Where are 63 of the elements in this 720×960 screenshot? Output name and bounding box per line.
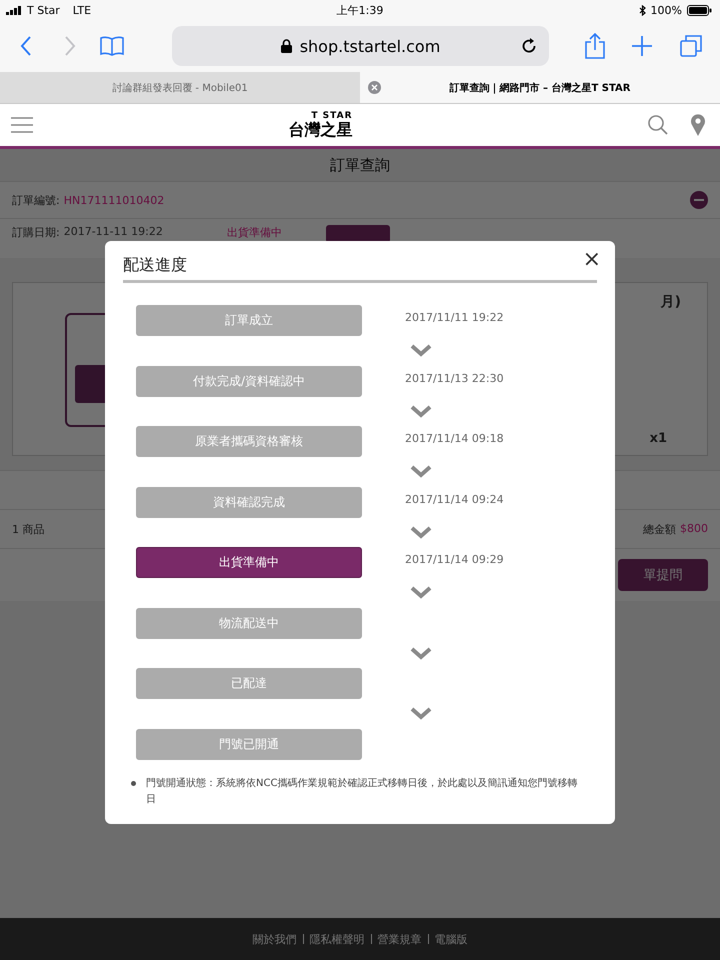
chevron-down-icon bbox=[410, 646, 432, 660]
step-label: 門號已開通 bbox=[136, 728, 362, 760]
close-tab-icon[interactable] bbox=[368, 81, 381, 94]
collapse-icon[interactable] bbox=[690, 191, 708, 209]
order-status: 出貨準備中 bbox=[226, 225, 282, 240]
step-label: 原業者攜碼資格審核 bbox=[136, 426, 362, 457]
step-label: 已配達 bbox=[136, 668, 362, 699]
step-label: 資料確認完成 bbox=[136, 486, 362, 518]
logo-text: 台灣之星 bbox=[288, 121, 352, 139]
location-pin-icon[interactable] bbox=[690, 114, 706, 136]
item-count: 1 商品 bbox=[12, 522, 44, 536]
product-name-fragment: 月) bbox=[660, 293, 681, 311]
search-icon[interactable] bbox=[648, 115, 668, 135]
footer-link[interactable]: 營業規章 bbox=[378, 932, 422, 946]
step-label: 付款完成/資料確認中 bbox=[136, 366, 362, 396]
carrier-name: T Star bbox=[27, 4, 60, 16]
chevron-down-icon bbox=[410, 707, 432, 720]
battery-icon bbox=[687, 4, 712, 16]
network-type: LTE bbox=[72, 4, 92, 16]
reload-icon[interactable] bbox=[522, 38, 537, 54]
quantity: x1 bbox=[650, 431, 667, 446]
step-time: 2017/11/14 09:29 bbox=[405, 553, 504, 566]
chevron-down-icon bbox=[410, 586, 432, 600]
browser-tab[interactable]: 討論群組發表回覆 - Mobile01 bbox=[0, 72, 360, 103]
step-label: 訂單成立 bbox=[136, 305, 362, 336]
step-time: 2017/11/14 09:24 bbox=[405, 492, 504, 506]
logo-subtitle: T STAR bbox=[311, 111, 352, 121]
tabs-icon[interactable] bbox=[680, 35, 702, 57]
chevron-down-icon bbox=[410, 526, 432, 539]
chevron-down-icon bbox=[410, 465, 432, 478]
step-label: 物流配送中 bbox=[136, 608, 362, 638]
footer-link[interactable]: 隱私權聲明 bbox=[310, 932, 364, 946]
total-amount: $800 bbox=[680, 522, 708, 536]
battery-percent: 100% bbox=[650, 4, 682, 16]
order-date: 2017-11-11 19:22 bbox=[64, 225, 163, 238]
chevron-down-icon bbox=[410, 404, 432, 418]
chevron-down-icon bbox=[410, 344, 432, 358]
step-label: 出貨準備中 bbox=[136, 547, 362, 578]
menu-icon[interactable] bbox=[11, 117, 33, 133]
bookmarks-icon[interactable] bbox=[100, 36, 124, 56]
share-icon[interactable] bbox=[585, 33, 605, 59]
bluetooth-icon bbox=[638, 4, 646, 16]
footer-link[interactable]: 電腦版 bbox=[434, 932, 468, 946]
back-icon[interactable] bbox=[20, 36, 32, 56]
dialog-title: 配送進度 bbox=[123, 255, 188, 276]
note-text: 門號開通狀態：系統將依NCC攜碼作業規範於確認正式移轉日後，於此處以及簡訊通知您門號移轉日 bbox=[146, 776, 578, 806]
page-title: 訂單查詢 bbox=[329, 154, 391, 176]
signal-icon bbox=[6, 6, 22, 14]
step-time: 2017/11/11 19:22 bbox=[405, 311, 504, 324]
lock-icon bbox=[280, 39, 292, 53]
footer-link[interactable]: 關於我們 bbox=[252, 932, 296, 946]
total-label: 總金額 bbox=[643, 522, 676, 536]
order-number-label: 訂單編號: bbox=[12, 192, 60, 208]
address-bar[interactable]: shop.tstartel.com bbox=[172, 26, 549, 66]
order-date-label: 訂購日期: bbox=[12, 225, 60, 240]
plus-icon[interactable] bbox=[632, 36, 652, 56]
url-text: shop.tstartel.com bbox=[300, 36, 440, 56]
clock-time: 上午1:39 bbox=[336, 2, 384, 18]
order-number: HN171111010402 bbox=[64, 194, 164, 206]
close-button[interactable]: × bbox=[580, 249, 603, 271]
step-time: 2017/11/13 22:30 bbox=[405, 372, 504, 384]
step-time: 2017/11/14 09:18 bbox=[405, 432, 504, 445]
ask-button[interactable]: 單提問 bbox=[618, 559, 708, 591]
